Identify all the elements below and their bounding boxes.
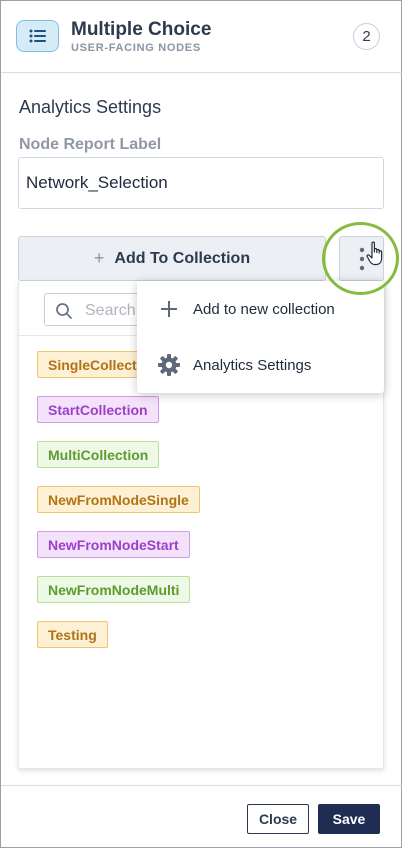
more-options-button[interactable] bbox=[339, 236, 384, 281]
collection-tag[interactable]: Testing bbox=[37, 621, 108, 648]
add-to-collection-label: Add To Collection bbox=[114, 249, 251, 267]
panel-footer: Close Save bbox=[1, 785, 402, 848]
menu-item-label: Add to new collection bbox=[193, 300, 335, 318]
node-editor-panel: Multiple Choice USER-FACING NODES 2 Anal… bbox=[0, 0, 402, 848]
collection-tag[interactable]: NewFromNodeMulti bbox=[37, 576, 191, 603]
panel-subtitle: USER-FACING NODES bbox=[71, 42, 201, 54]
add-to-collection-button[interactable]: + Add To Collection bbox=[18, 236, 326, 281]
close-button[interactable]: Close bbox=[247, 804, 309, 834]
save-button[interactable]: Save bbox=[318, 804, 380, 834]
plus-icon bbox=[157, 297, 181, 321]
count-badge: 2 bbox=[353, 23, 380, 50]
panel-header: Multiple Choice USER-FACING NODES 2 bbox=[1, 1, 402, 73]
menu-item-label: Analytics Settings bbox=[193, 356, 312, 374]
search-icon bbox=[56, 303, 72, 319]
report-label-field-label: Node Report Label bbox=[19, 136, 162, 153]
collection-tag[interactable]: NewFromNodeStart bbox=[37, 531, 190, 558]
section-title: Analytics Settings bbox=[19, 97, 162, 117]
panel-title: Multiple Choice bbox=[71, 19, 212, 40]
gear-icon bbox=[157, 353, 181, 377]
search-placeholder: Search bbox=[85, 302, 136, 319]
collection-tag[interactable]: StartCollection bbox=[37, 396, 159, 423]
more-options-menu: Add to new collection Analytics Settings bbox=[137, 281, 384, 393]
vertical-dots-icon bbox=[359, 247, 365, 271]
collection-tag[interactable]: MultiCollection bbox=[37, 441, 160, 468]
list-icon bbox=[16, 20, 59, 52]
collection-tag[interactable]: NewFromNodeSingle bbox=[37, 486, 200, 513]
report-label-input[interactable] bbox=[18, 157, 384, 209]
plus-icon: + bbox=[93, 248, 105, 268]
menu-item-analytics-settings[interactable]: Analytics Settings bbox=[137, 337, 384, 393]
menu-item-add-to-new-collection[interactable]: Add to new collection bbox=[137, 281, 384, 337]
